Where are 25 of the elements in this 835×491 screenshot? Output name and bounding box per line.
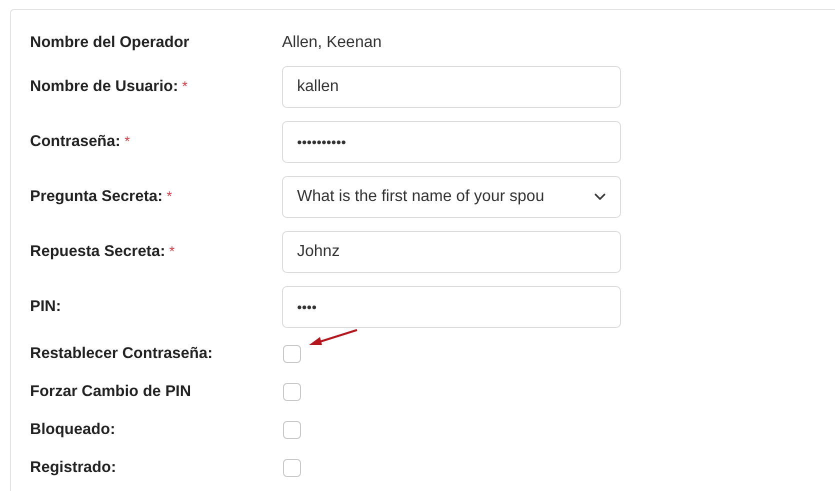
checkbox[interactable] [283,382,301,400]
field-label: Repuesta Secreta: [30,243,166,261]
field-label: Contraseña: [30,133,120,151]
select-field[interactable]: What is the first name of your spou [282,176,621,218]
checkbox[interactable] [283,458,301,476]
operator-name: Allen, Keenan [282,33,382,53]
field-label: Nombre de Usuario: [30,78,178,96]
checkbox[interactable] [283,344,301,362]
input-field[interactable]: kallen [282,66,621,108]
required-mark: * [182,78,188,94]
required-mark: * [166,188,172,204]
checkbox[interactable] [283,420,301,438]
field-label: Pregunta Secreta: [30,188,163,206]
required-mark: * [124,133,130,149]
field-label: Bloqueado: [30,420,116,438]
password-field[interactable]: •••• [282,286,621,328]
field-label: PIN: [30,298,61,316]
field-label: Forzar Cambio de PIN [30,382,192,400]
field-label: Nombre del Operador [30,34,190,52]
required-mark: * [169,243,175,259]
field-label: Restablecer Contraseña: [30,344,213,362]
field-label: Registrado: [30,458,116,476]
password-field[interactable]: •••••••••• [282,121,621,163]
input-field[interactable]: Johnz [282,231,621,273]
chevron-down-icon [594,193,606,201]
